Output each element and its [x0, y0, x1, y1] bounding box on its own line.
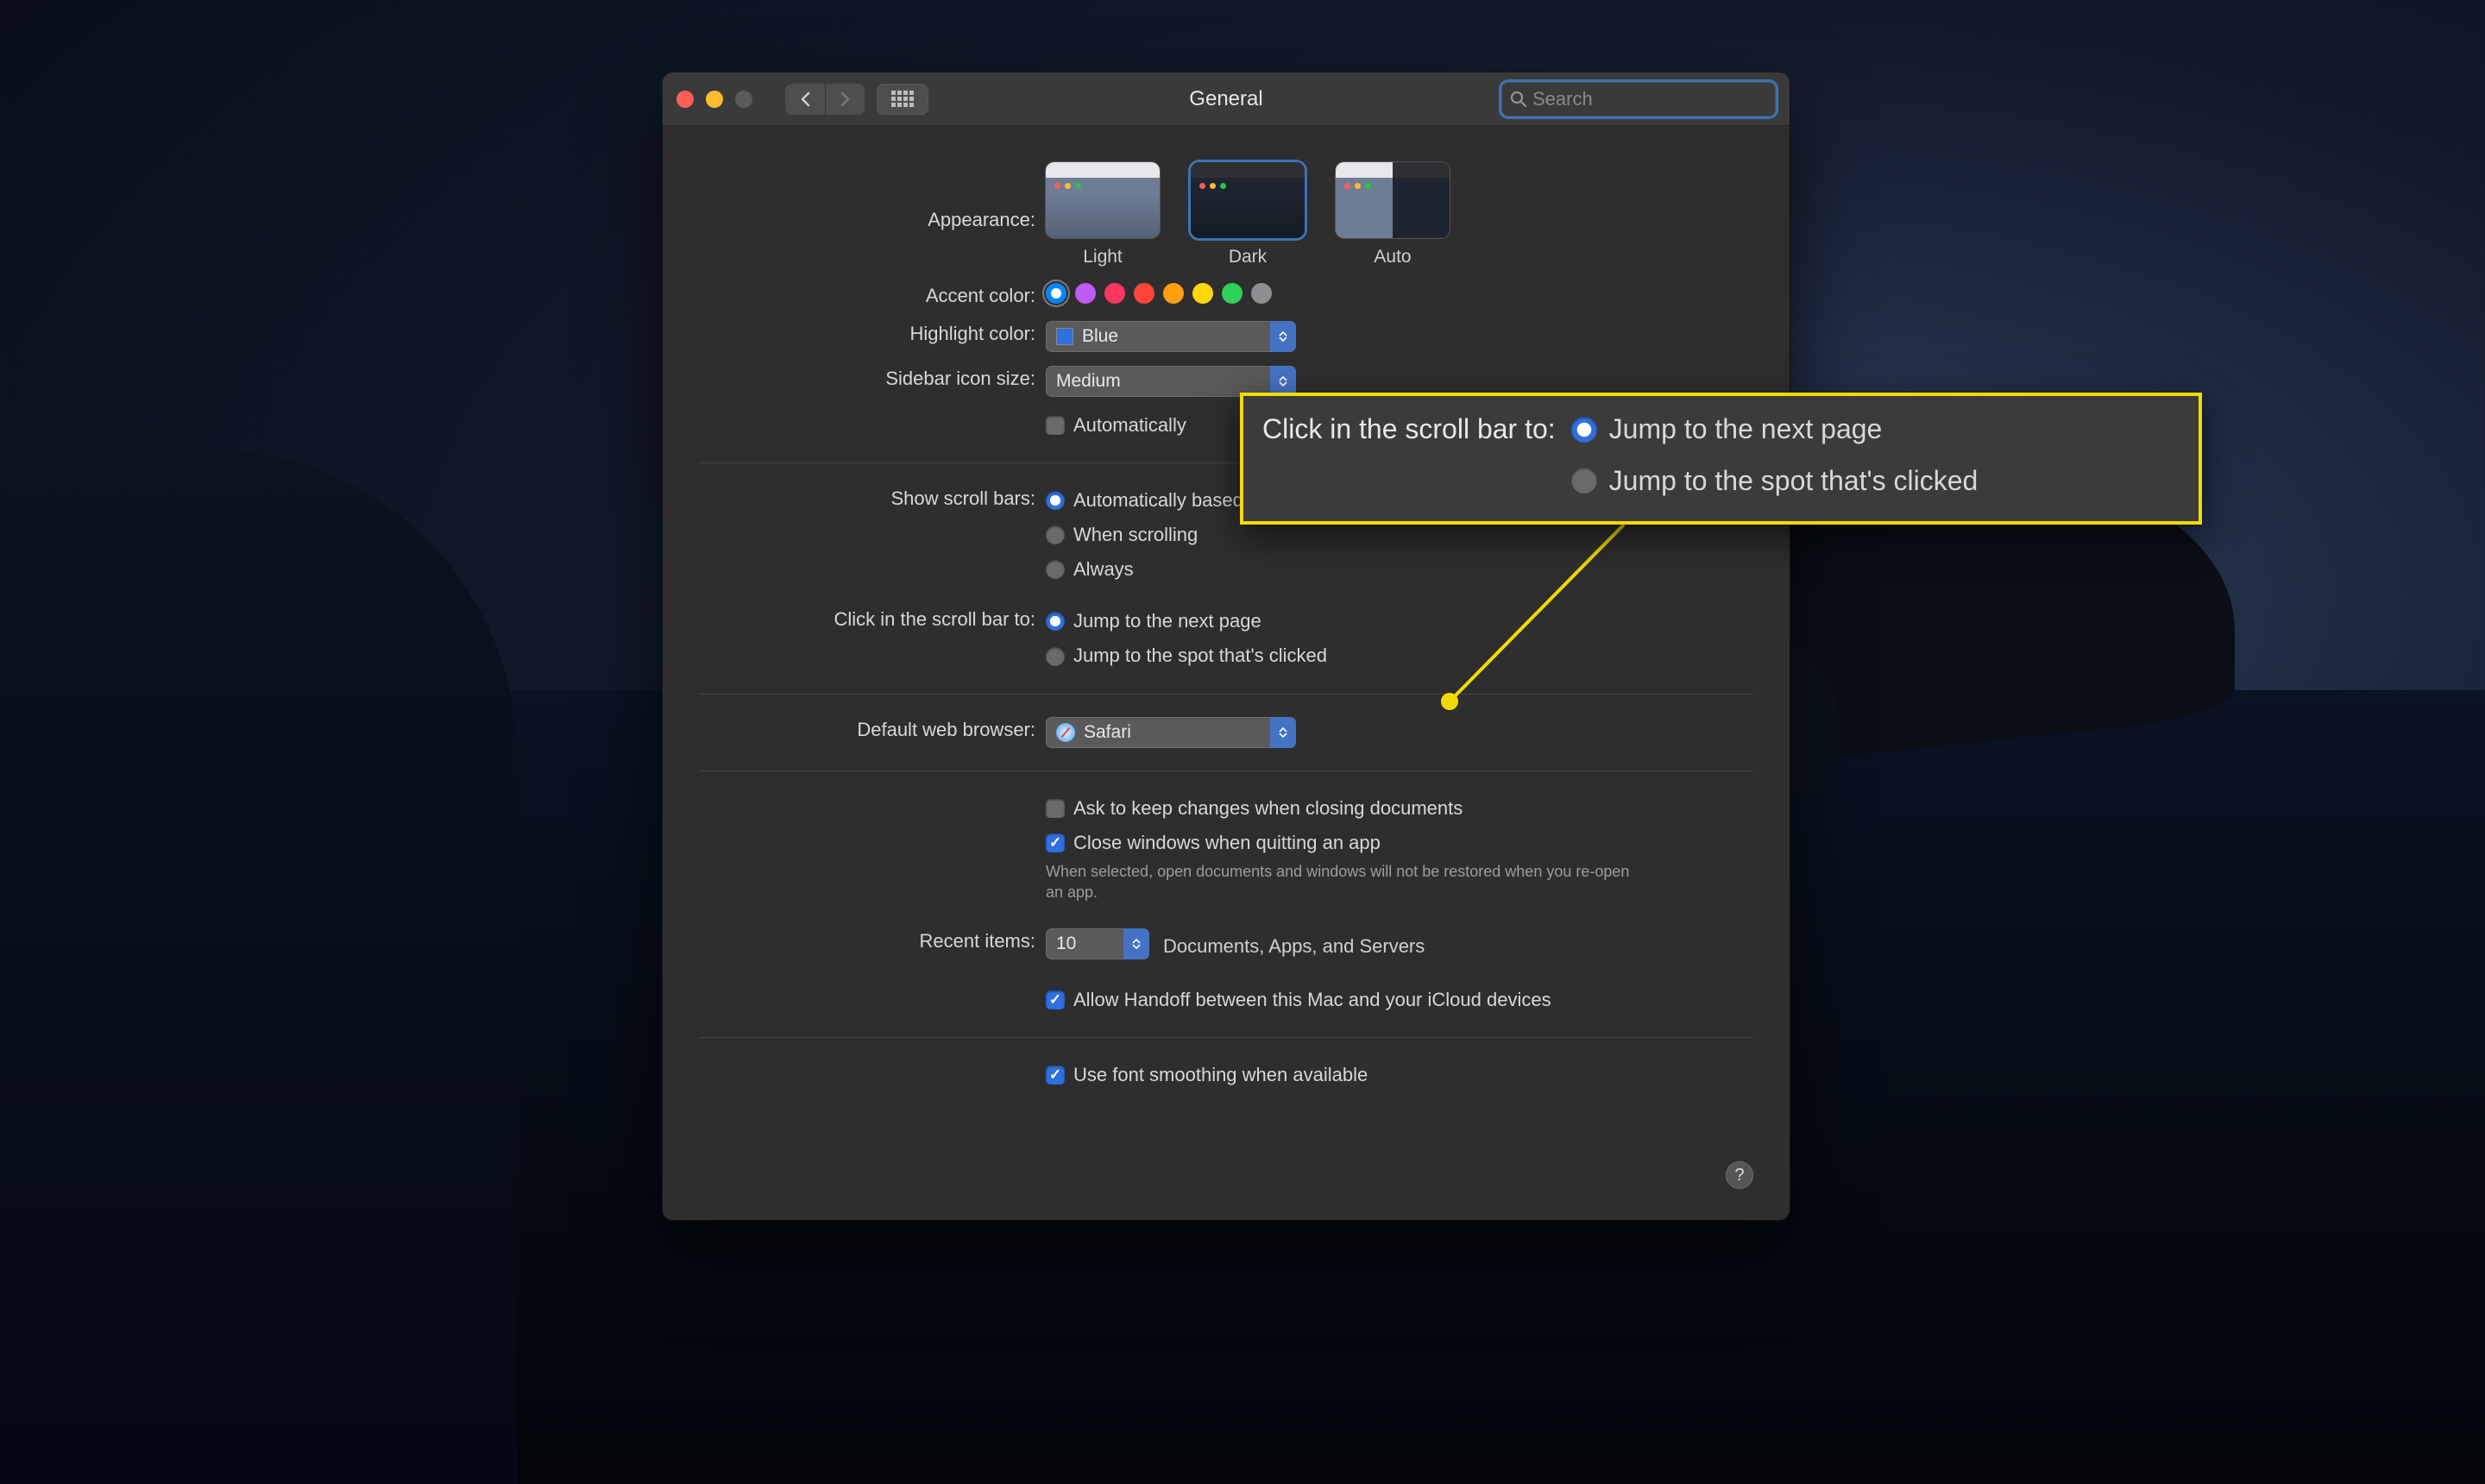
appearance-light[interactable]: Light	[1046, 162, 1160, 267]
autohide-menubar-checkbox[interactable]	[1046, 416, 1065, 435]
chevrons-icon	[1123, 928, 1149, 959]
appearance-dark[interactable]: Dark	[1191, 162, 1305, 267]
accent-green[interactable]	[1222, 283, 1242, 304]
appearance-dark-label: Dark	[1229, 247, 1267, 267]
zoom-window-button	[735, 91, 752, 108]
callout-label: Click in the scroll bar to:	[1262, 408, 1556, 445]
sidebar-size-label: Sidebar icon size:	[699, 366, 1046, 390]
close-windows-note: When selected, open documents and window…	[1046, 861, 1650, 903]
titlebar: General	[663, 72, 1790, 126]
accent-label: Accent color:	[699, 283, 1046, 307]
accent-purple[interactable]	[1075, 283, 1096, 304]
minimize-window-button[interactable]	[706, 91, 723, 108]
safari-icon	[1056, 723, 1075, 742]
search-input[interactable]	[1532, 88, 1781, 110]
sidebar-size-value: Medium	[1056, 371, 1121, 392]
chevrons-icon	[1270, 321, 1296, 352]
show-all-button[interactable]	[877, 84, 928, 115]
clickscroll-next-radio[interactable]	[1046, 612, 1065, 631]
highlight-popup[interactable]: Blue	[1046, 321, 1296, 352]
accent-pink[interactable]	[1104, 283, 1125, 304]
callout-panel: Click in the scroll bar to: Jump to the …	[1240, 393, 2202, 525]
recent-label: Recent items:	[699, 928, 1046, 953]
forward-button	[825, 84, 865, 115]
scrollbars-scrolling-label: When scrolling	[1073, 520, 1198, 550]
grid-icon	[891, 91, 914, 107]
accent-orange[interactable]	[1163, 283, 1184, 304]
search-field[interactable]	[1501, 82, 1776, 116]
autohide-menubar-label: Automatically	[1073, 411, 1186, 440]
appearance-auto-label: Auto	[1374, 247, 1411, 267]
highlight-swatch	[1056, 328, 1073, 345]
callout-opt1: Jump to the next page	[1609, 408, 1883, 451]
accent-red[interactable]	[1134, 283, 1154, 304]
appearance-light-label: Light	[1083, 247, 1123, 267]
separator	[699, 1037, 1753, 1038]
highlight-label: Highlight color:	[699, 321, 1046, 345]
browser-value: Safari	[1084, 722, 1131, 743]
close-window-button[interactable]	[676, 91, 694, 108]
callout-opt2: Jump to the spot that's clicked	[1609, 460, 1979, 503]
scrollbars-always-radio[interactable]	[1046, 560, 1065, 579]
accent-yellow[interactable]	[1192, 283, 1213, 304]
scrollbars-label: Show scroll bars:	[699, 486, 1046, 510]
close-windows-label: Close windows when quitting an app	[1073, 828, 1381, 858]
clickscroll-next-label: Jump to the next page	[1073, 607, 1261, 636]
chevron-right-icon	[840, 91, 852, 107]
scrollbars-always-label: Always	[1073, 555, 1134, 584]
clickscroll-spot-label: Jump to the spot that's clicked	[1073, 641, 1327, 670]
separator	[699, 694, 1753, 695]
handoff-checkbox[interactable]	[1046, 990, 1065, 1009]
callout-radio-next[interactable]	[1571, 417, 1597, 443]
browser-popup[interactable]: Safari	[1046, 717, 1296, 748]
ask-changes-label: Ask to keep changes when closing documen…	[1073, 794, 1463, 823]
close-windows-checkbox[interactable]	[1046, 833, 1065, 852]
accent-graphite[interactable]	[1251, 283, 1272, 304]
clickscroll-label: Click in the scroll bar to:	[699, 607, 1046, 631]
font-smoothing-label: Use font smoothing when available	[1073, 1060, 1368, 1090]
browser-label: Default web browser:	[699, 717, 1046, 741]
scrollbars-auto-radio[interactable]	[1046, 491, 1065, 510]
search-icon	[1510, 91, 1527, 108]
recent-items-value: 10	[1056, 934, 1076, 954]
background-cliff	[0, 449, 518, 1484]
back-button[interactable]	[785, 84, 825, 115]
separator	[699, 770, 1753, 771]
recent-items-suffix: Documents, Apps, and Servers	[1163, 935, 1425, 958]
appearance-auto[interactable]: Auto	[1336, 162, 1450, 267]
callout-radio-spot[interactable]	[1571, 468, 1597, 494]
appearance-options: Light Dark Auto	[1046, 162, 1753, 267]
nav-segmented	[785, 84, 865, 115]
scrollbars-scrolling-radio[interactable]	[1046, 525, 1065, 544]
accent-blue[interactable]	[1046, 283, 1066, 304]
recent-items-popup[interactable]: 10	[1046, 928, 1149, 959]
highlight-value: Blue	[1082, 326, 1118, 347]
appearance-label: Appearance:	[699, 162, 1046, 231]
help-button[interactable]: ?	[1726, 1161, 1753, 1189]
window-controls	[676, 91, 752, 108]
chevron-left-icon	[799, 91, 811, 107]
handoff-label: Allow Handoff between this Mac and your …	[1073, 985, 1551, 1015]
clickscroll-spot-radio[interactable]	[1046, 647, 1065, 666]
preferences-window: General Appearance: Light Da	[663, 72, 1790, 1220]
preferences-body: Appearance: Light Dark Auto	[663, 126, 1790, 1120]
chevrons-icon	[1270, 717, 1296, 748]
accent-color-picker	[1046, 283, 1753, 304]
font-smoothing-checkbox[interactable]	[1046, 1066, 1065, 1085]
ask-changes-checkbox[interactable]	[1046, 799, 1065, 818]
